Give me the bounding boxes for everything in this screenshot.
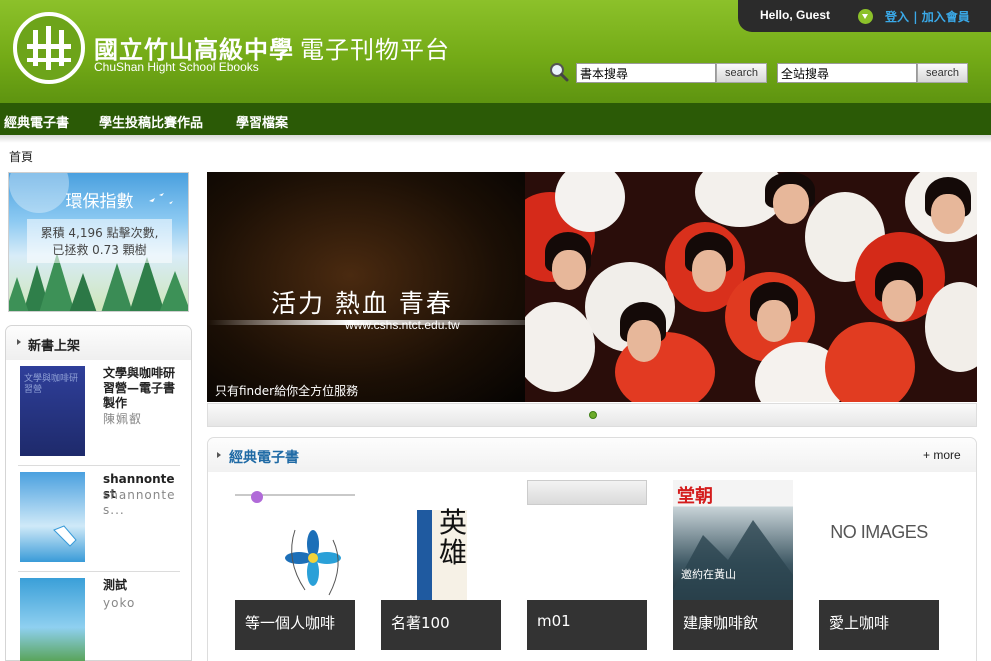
ebook-title[interactable]: 愛上咖啡 (819, 600, 939, 650)
list-item[interactable]: shannontest shannontes... (18, 472, 180, 572)
list-item[interactable]: 測試 yoko (18, 578, 180, 661)
ebook-card[interactable]: 英雄 名著100 (381, 480, 501, 650)
user-links: 登入 | 加入會員 (885, 8, 970, 25)
banner-text-panel: 活力 熱血 青春 www.cshs.ntct.edu.tw 只有finder給你… (207, 172, 525, 402)
search-icon (550, 63, 569, 82)
banner-photo (525, 172, 977, 402)
site-search-button[interactable]: search (917, 63, 968, 83)
banner-pager (207, 403, 977, 427)
flower-illustration (235, 491, 355, 596)
cursor-hand-icon (53, 525, 77, 547)
school-logo[interactable] (13, 12, 85, 84)
banner-slogan: 活力 熱血 青春 (271, 289, 453, 318)
breadcrumb[interactable]: 首頁 (9, 148, 33, 165)
ebook-cover[interactable] (235, 480, 355, 600)
ebook-cover[interactable]: NO IMAGES (819, 480, 939, 600)
banner-caption: 只有finder給你全方位服務 (215, 384, 359, 398)
classic-ebooks-title[interactable]: 經典電子書 (229, 447, 299, 467)
ebook-card[interactable]: 等一個人咖啡 (235, 480, 355, 650)
book-search-input[interactable] (576, 63, 716, 83)
ebook-cover[interactable]: 英雄 (381, 480, 501, 600)
new-books-title: 新書上架 (28, 339, 81, 354)
eco-stats: 累積 4,196 點擊次數, 已拯救 0.73 顆樹 (9, 225, 188, 259)
user-bar: Hello, Guest 登入 | 加入會員 (738, 0, 991, 32)
arrow-right-icon (217, 452, 221, 458)
ebook-title[interactable]: m01 (527, 600, 647, 650)
hero-banner[interactable]: 活力 熱血 青春 www.cshs.ntct.edu.tw 只有finder給你… (207, 172, 977, 402)
eco-trees-text: 已拯救 0.73 顆樹 (52, 243, 147, 257)
pager-dot[interactable] (589, 411, 597, 419)
no-image-placeholder: NO IMAGES (830, 522, 928, 542)
classic-ebooks-section: 經典電子書 + more 等一個人咖啡 英雄 名著100 m01 堂朝 邀約在黃… (207, 437, 977, 661)
book-author: shannontes... (103, 488, 176, 517)
more-link[interactable]: + more (923, 448, 961, 462)
register-link[interactable]: 加入會員 (922, 10, 970, 24)
nav-item-classic-ebooks[interactable]: 經典電子書 (4, 112, 69, 131)
book-cover[interactable]: 文學與咖啡研習營 (20, 366, 85, 456)
book-search-button[interactable]: search (716, 63, 767, 83)
banner-url: www.cshs.ntct.edu.tw (345, 318, 460, 332)
eco-index-box: 環保指數 累積 4,196 點擊次數, 已拯救 0.73 顆樹 (8, 172, 189, 312)
book-cover-text: 文學與咖啡研習營 (24, 374, 79, 395)
new-books-header: 新書上架 (6, 326, 191, 360)
book-cover[interactable] (20, 578, 85, 661)
site-header: 國立竹山高級中學 電子刊物平台 ChuShan Hight School Eboo… (0, 0, 991, 103)
arrow-right-icon (17, 339, 21, 345)
nav-item-student-works[interactable]: 學生投稿比賽作品 (99, 112, 203, 131)
logo-emblem-icon (27, 26, 71, 70)
eco-clicks-text: 累積 4,196 點擊次數, (40, 226, 159, 240)
list-item[interactable]: 文學與咖啡研習營 文學與咖啡研習營—電子書製作 陳姵叡 (18, 366, 180, 466)
mountain-illustration (673, 520, 793, 600)
ebook-card[interactable]: NO IMAGES 愛上咖啡 (819, 480, 939, 650)
eco-title: 環保指數 (65, 192, 134, 212)
ebook-title[interactable]: 等一個人咖啡 (235, 600, 355, 650)
site-search-form: search (777, 63, 969, 85)
login-link[interactable]: 登入 (885, 10, 909, 24)
book-author: 陳姵叡 (103, 412, 143, 426)
ebook-title[interactable]: 建康咖啡飲 (673, 600, 793, 650)
new-books-panel: 新書上架 文學與咖啡研習營 文學與咖啡研習營—電子書製作 陳姵叡 shannon… (5, 325, 192, 661)
user-menu-dropdown-icon[interactable] (858, 9, 873, 24)
link-separator: | (913, 10, 918, 24)
ebook-screenshot (527, 480, 647, 505)
book-search-form: search (576, 63, 768, 85)
book-author: yoko (103, 596, 136, 610)
ebook-cover[interactable]: 堂朝 邀約在黃山 (673, 480, 793, 600)
nav-item-learning-files[interactable]: 學習檔案 (236, 112, 288, 131)
ebook-card[interactable]: 堂朝 邀約在黃山 建康咖啡飲 (673, 480, 793, 650)
ebook-title[interactable]: 名著100 (381, 600, 501, 650)
ebook-cover-text: 英雄 (439, 506, 468, 569)
site-subtitle-en: ChuShan Hight School Ebooks (94, 60, 259, 74)
greeting-text: Hello, Guest (760, 8, 831, 22)
classic-ebooks-header: 經典電子書 + more (208, 438, 976, 472)
site-title-sub: 電子刊物平台 (300, 36, 450, 64)
main-nav: 經典電子書 學生投稿比賽作品 學習檔案 (0, 103, 991, 135)
book-title[interactable]: 文學與咖啡研習營—電子書製作 (103, 366, 181, 411)
book-title[interactable]: 測試 (103, 578, 181, 593)
site-search-input[interactable] (777, 63, 917, 83)
ebook-cover[interactable] (527, 480, 647, 600)
ebook-cover-subtext: 邀約在黃山 (681, 568, 736, 581)
ebook-card[interactable]: m01 (527, 480, 647, 650)
nav-shadow (0, 135, 991, 143)
book-cover[interactable] (20, 472, 85, 562)
